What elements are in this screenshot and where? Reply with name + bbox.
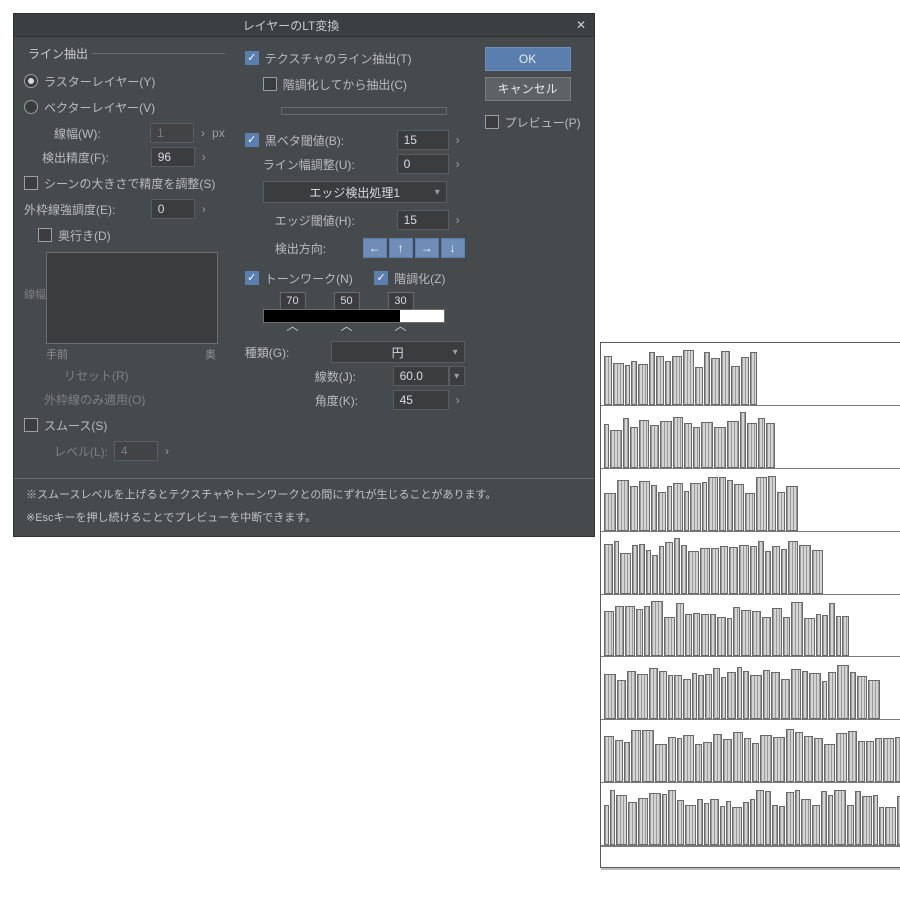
check-texture-line[interactable]: テクスチャのライン抽出(T) bbox=[245, 47, 412, 69]
input-angle[interactable]: 45 bbox=[393, 390, 449, 410]
input-black-threshold[interactable]: 15 bbox=[397, 130, 449, 150]
dropdown-edge-proc[interactable]: エッジ検出処理1 ▾ bbox=[263, 181, 447, 203]
input-outline-emph[interactable]: 0 bbox=[151, 199, 195, 219]
checkbox-icon bbox=[485, 115, 499, 129]
lt-convert-dialog: レイヤーのLT変換 ✕ ライン抽出 ラスターレイヤー(Y) ベクターレイヤー(V… bbox=[14, 14, 594, 536]
label-edge-threshold: エッジ閾値(H): bbox=[275, 212, 355, 229]
check-posterize[interactable]: 階調化(Z) bbox=[356, 267, 445, 289]
direction-buttons: ← ↑ → ↓ bbox=[363, 238, 465, 258]
chevron-down-icon: ▾ bbox=[435, 187, 440, 198]
chevron-right-icon[interactable]: › bbox=[451, 155, 465, 173]
check-smooth[interactable]: スムース(S) bbox=[24, 414, 107, 436]
ok-button[interactable]: OK bbox=[485, 47, 571, 71]
checkbox-icon bbox=[245, 51, 259, 65]
caret-up-icon[interactable]: ︿ bbox=[395, 317, 407, 334]
dropdown-kind[interactable]: 円 ▾ bbox=[331, 341, 465, 363]
label-detect-dir: 検出方向: bbox=[275, 240, 326, 257]
input-line-width[interactable]: 1 bbox=[150, 123, 194, 143]
chevron-right-icon[interactable]: › bbox=[160, 442, 174, 460]
label-curve-front: 手前 bbox=[46, 346, 68, 362]
titlebar-title: レイヤーのLT変換 bbox=[14, 17, 568, 34]
input-line-adj[interactable]: 0 bbox=[397, 154, 449, 174]
radio-vector-layer[interactable]: ベクターレイヤー(V) bbox=[24, 96, 155, 118]
label-angle: 角度(K): bbox=[315, 392, 358, 409]
checkbox-icon bbox=[374, 271, 388, 285]
label-detect-acc: 検出精度(F): bbox=[42, 149, 109, 166]
chevron-right-icon[interactable]: › bbox=[197, 200, 211, 218]
caret-up-icon[interactable]: ︿ bbox=[287, 317, 299, 334]
arrow-right-icon[interactable]: → bbox=[415, 238, 439, 258]
label-outline-emph: 外枠線強調度(E): bbox=[24, 201, 115, 218]
label-curve-back: 奥 bbox=[205, 346, 216, 362]
group-line-extract: ライン抽出 ラスターレイヤー(Y) ベクターレイヤー(V) 線幅(W): 1 ›… bbox=[24, 45, 225, 466]
check-depth[interactable]: 奥行き(D) bbox=[24, 224, 111, 246]
btn-reset[interactable]: リセット(R) bbox=[64, 367, 129, 384]
checkbox-icon bbox=[38, 228, 52, 242]
bookshelf-illustration bbox=[600, 342, 892, 868]
checkbox-icon bbox=[245, 271, 259, 285]
group-line-extract-legend: ライン抽出 bbox=[24, 45, 92, 62]
texture-progress bbox=[281, 107, 447, 115]
check-preview[interactable]: プレビュー(P) bbox=[485, 111, 581, 133]
radio-icon bbox=[24, 100, 38, 114]
input-edge-threshold[interactable]: 15 bbox=[397, 210, 449, 230]
tone-threshold-slider[interactable]: 70 50 30 ︿ ︿ ︿ bbox=[263, 309, 465, 323]
radio-icon bbox=[24, 74, 38, 88]
depth-curve-box[interactable] bbox=[46, 252, 218, 344]
checkbox-icon[interactable] bbox=[245, 133, 259, 147]
check-tonework[interactable]: トーンワーク(N) bbox=[245, 267, 353, 289]
note-1: ※スムースレベルを上げるとテクスチャやトーンワークとの間にずれが生じることがあり… bbox=[26, 487, 582, 504]
label-kind: 種類(G): bbox=[245, 344, 290, 361]
label-line-adj: ライン幅調整(U): bbox=[263, 156, 355, 173]
input-detect-acc[interactable]: 96 bbox=[151, 147, 195, 167]
check-scale-by-scene[interactable]: シーンの大きさで精度を調整(S) bbox=[24, 172, 215, 194]
label-curve-y: 線幅 bbox=[24, 248, 46, 362]
note-2: ※Escキーを押し続けることでプレビューを中断できます。 bbox=[26, 510, 582, 527]
arrow-up-icon[interactable]: ↑ bbox=[389, 238, 413, 258]
arrow-left-icon[interactable]: ← bbox=[363, 238, 387, 258]
chevron-down-icon[interactable]: ▾ bbox=[449, 366, 465, 386]
label-line-width: 線幅(W): bbox=[54, 125, 101, 142]
btn-outline-only[interactable]: 外枠線のみ適用(O) bbox=[44, 391, 145, 408]
label-line-count: 線数(J): bbox=[315, 368, 356, 385]
cancel-button[interactable]: キャンセル bbox=[485, 77, 571, 101]
chevron-right-icon[interactable]: › bbox=[451, 211, 465, 229]
checkbox-icon bbox=[263, 77, 277, 91]
chevron-right-icon[interactable]: › bbox=[451, 391, 465, 409]
arrow-down-icon[interactable]: ↓ bbox=[441, 238, 465, 258]
chevron-right-icon[interactable]: › bbox=[451, 131, 465, 149]
radio-raster-layer[interactable]: ラスターレイヤー(Y) bbox=[24, 70, 155, 92]
titlebar: レイヤーのLT変換 ✕ bbox=[14, 14, 594, 37]
unit-px: px bbox=[212, 126, 225, 140]
input-smooth-level[interactable]: 4 bbox=[114, 441, 158, 461]
chevron-right-icon[interactable]: › bbox=[196, 124, 210, 142]
chevron-down-icon: ▾ bbox=[453, 347, 458, 358]
label-smooth-level: レベル(L): bbox=[54, 443, 108, 460]
checkbox-icon bbox=[24, 418, 38, 432]
caret-up-icon[interactable]: ︿ bbox=[341, 317, 353, 334]
check-posterize-then[interactable]: 階調化してから抽出(C) bbox=[245, 73, 407, 95]
close-icon[interactable]: ✕ bbox=[568, 18, 594, 32]
shelf-unit-left bbox=[600, 342, 900, 868]
input-line-count[interactable]: 60.0 bbox=[393, 366, 449, 386]
label-black-threshold: 黒ベタ閾値(B): bbox=[265, 132, 344, 149]
checkbox-icon bbox=[24, 176, 38, 190]
chevron-right-icon[interactable]: › bbox=[197, 148, 211, 166]
footer-notes: ※スムースレベルを上げるとテクスチャやトーンワークとの間にずれが生じることがあり… bbox=[14, 478, 594, 536]
